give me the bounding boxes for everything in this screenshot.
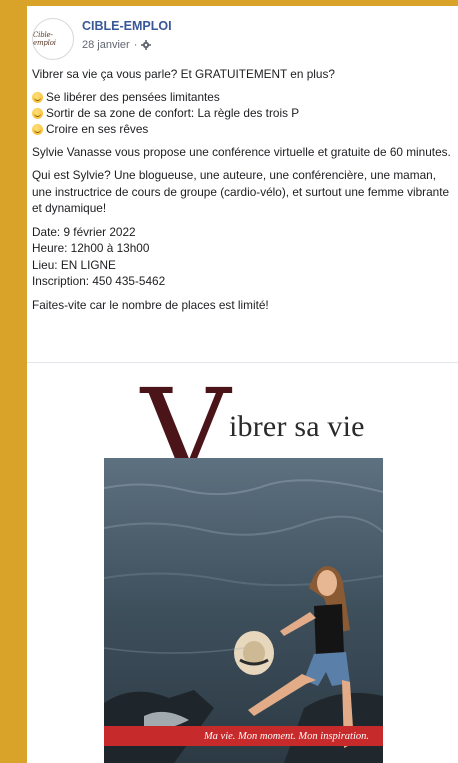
gear-icon[interactable] (141, 40, 152, 50)
post-body: Vibrer sa vie ça vous parle? Et GRATUITE… (27, 62, 458, 313)
list-item: Se libérer des pensées limitantes (32, 90, 454, 106)
smiling-face-emoji-icon (32, 108, 43, 119)
event-details: Date: 9 février 2022 Heure: 12h00 à 13h0… (32, 224, 454, 290)
poster-photo (104, 458, 383, 763)
post-paragraph: Qui est Sylvie? Une blogueuse, une auteu… (32, 168, 450, 215)
post-paragraph: Sylvie Vanasse vous propose une conféren… (32, 144, 451, 159)
poster-title: ibrer sa vie (229, 410, 365, 443)
post-closing: Faites-vite car le nombre de places est … (32, 297, 269, 312)
smiling-face-emoji-icon (32, 92, 43, 103)
bullet-list: Se libérer des pensées limitantes Sortir… (32, 90, 454, 138)
event-time: Heure: 12h00 à 13h00 (32, 241, 150, 255)
post-date-link[interactable]: 28 janvier (82, 39, 130, 51)
event-poster-image[interactable]: V ibrer sa vie Ma vie. Mon moment. Mon i… (104, 363, 383, 763)
poster-tagline: Ma vie. Mon moment. Mon inspiration. (203, 730, 369, 742)
list-item: Croire en ses rêves (32, 122, 454, 138)
event-registration: Inscription: 450 435-5462 (32, 274, 166, 288)
event-date: Date: 9 février 2022 (32, 224, 136, 239)
event-location: Lieu: EN LIGNE (32, 257, 116, 272)
facebook-post: Cible-emploi CIBLE-EMPLOI 28 janvier · V… (27, 6, 458, 763)
post-header: Cible-emploi CIBLE-EMPLOI 28 janvier · (27, 6, 458, 62)
avatar[interactable]: Cible-emploi (32, 18, 74, 60)
poster-title-area: V ibrer sa vie (104, 363, 383, 491)
poster-tagline-band: Ma vie. Mon moment. Mon inspiration. (104, 726, 383, 746)
avatar-logo-text: Cible-emploi (33, 31, 56, 47)
post-meta: 28 janvier · (82, 39, 152, 51)
page-name-link[interactable]: CIBLE-EMPLOI (82, 19, 172, 33)
bullet-text: Se libérer des pensées limitantes (46, 90, 220, 105)
bullet-text: Sortir de sa zone de confort: La règle d… (46, 106, 300, 121)
bullet-text: Croire en ses rêves (46, 122, 149, 137)
smiling-face-emoji-icon (32, 124, 43, 135)
list-item: Sortir de sa zone de confort: La règle d… (32, 106, 454, 122)
post-intro: Vibrer sa vie ça vous parle? Et GRATUITE… (32, 67, 335, 81)
meta-separator: · (133, 39, 138, 51)
